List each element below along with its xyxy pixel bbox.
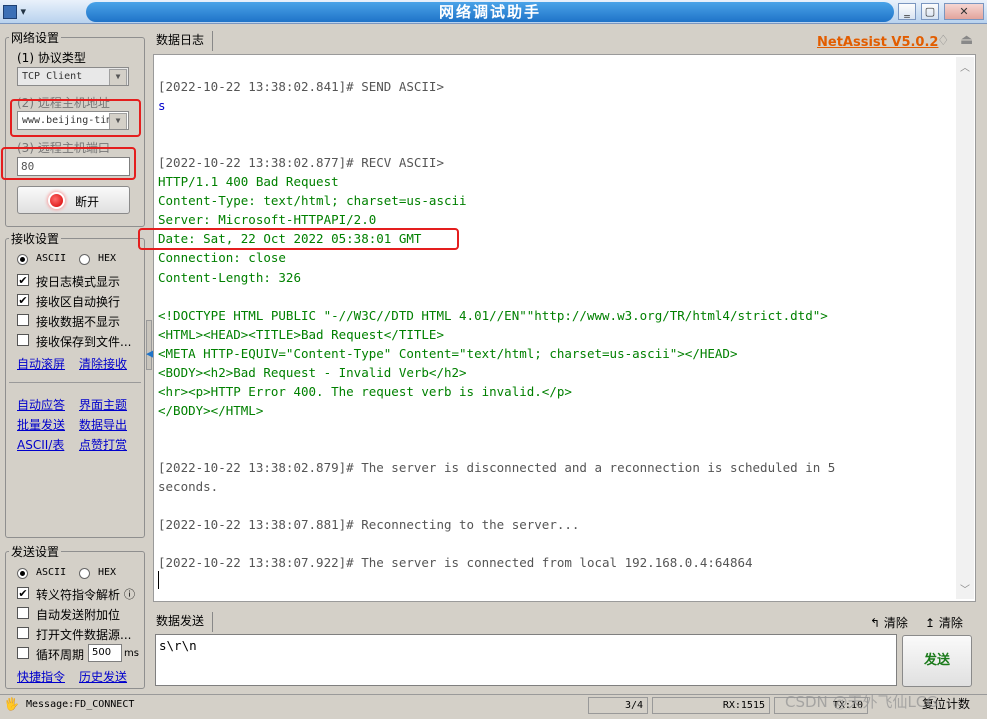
tab-data-log[interactable]: 数据日志	[156, 31, 213, 51]
recv-opt-2-checkbox[interactable]: ✔	[17, 294, 29, 306]
clear-receive-link[interactable]: 清除接收	[79, 355, 127, 372]
receive-settings-title: 接收设置	[9, 230, 62, 247]
recv-opt-1-label: 按日志模式显示	[36, 275, 121, 289]
highlight-port	[1, 147, 136, 180]
page-indicator: 3/4	[588, 697, 648, 714]
send-button[interactable]: 发送	[902, 635, 972, 687]
shortcut-link[interactable]: 快捷指令	[17, 668, 65, 685]
recv-opt-1-checkbox[interactable]: ✔	[17, 274, 29, 286]
history-link[interactable]: 历史发送	[79, 668, 127, 685]
watermark: CSDN @天外飞仙LCG	[785, 693, 938, 711]
stop-indicator-icon	[50, 194, 63, 207]
panel-splitter[interactable]: ◀	[146, 320, 154, 370]
eject-icon[interactable]: ⏏	[960, 32, 973, 48]
scroll-down-icon[interactable]: ﹀	[960, 581, 970, 596]
send-opt-2-label: 自动发送附加位	[36, 608, 121, 622]
recv-opt-3-checkbox[interactable]	[17, 314, 29, 326]
window-title: 网络调试助手	[86, 2, 894, 22]
recv-opt-3-label: 接收数据不显示	[36, 315, 121, 329]
log-line: [2022-10-22 13:38:02.879]# The server is…	[158, 460, 836, 475]
auto-scroll-link[interactable]: 自动滚屏	[17, 355, 65, 372]
send-opt-3-label: 打开文件数据源...	[36, 628, 132, 642]
disconnect-button[interactable]: 断开	[17, 186, 130, 214]
auto-reply-link[interactable]: 自动应答	[17, 396, 65, 413]
send-ascii-radio[interactable]	[17, 568, 28, 579]
brand-link[interactable]: NetAssist V5.0.2	[817, 35, 938, 50]
send-hex-radio[interactable]	[79, 568, 90, 579]
recv-opt-4-label: 接收保存到文件...	[36, 335, 132, 349]
protocol-select[interactable]: TCP Client ▼	[17, 67, 129, 86]
text-cursor	[158, 571, 159, 589]
log-line: s	[158, 98, 166, 114]
log-line: [2022-10-22 13:38:07.881]# Reconnecting …	[158, 517, 580, 533]
theme-link[interactable]: 界面主题	[79, 396, 127, 413]
protocol-label: (1) 协议类型	[17, 51, 86, 65]
period-unit: ms	[124, 648, 139, 659]
log-line: Connection: close	[158, 250, 286, 266]
app-menu-button[interactable]: ▾	[3, 3, 37, 20]
log-line: Content-Length: 326	[158, 269, 301, 285]
log-line: Server: Microsoft-HTTPAPI/2.0	[158, 212, 377, 228]
period-input[interactable]: 500	[88, 644, 122, 662]
log-line: HTTP/1.1 400 Bad Request	[158, 174, 339, 190]
export-link[interactable]: 数据导出	[79, 416, 127, 433]
send-settings-title: 发送设置	[9, 543, 62, 560]
send-input[interactable]: s\r\n	[155, 634, 897, 686]
log-line: <HTML><HEAD><TITLE>Bad Request</TITLE>	[158, 326, 444, 342]
highlight-host	[10, 99, 141, 137]
title-bar: ▾ 网络调试助手 ‗ ▢ ✕	[0, 0, 987, 24]
clear-send-button[interactable]: ↰ 清除	[870, 614, 908, 631]
log-line: [2022-10-22 13:38:07.922]# The server is…	[158, 555, 753, 571]
log-scrollbar[interactable]: ︿ ﹀	[956, 57, 974, 599]
tab-data-send[interactable]: 数据发送	[156, 612, 213, 632]
recv-opt-4-checkbox[interactable]	[17, 334, 29, 346]
send-hex-label: HEX	[98, 567, 117, 578]
recv-ascii-radio[interactable]	[17, 254, 28, 265]
chevron-down-icon: ▼	[109, 69, 127, 85]
recv-opt-2-label: 接收区自动换行	[36, 295, 121, 309]
send-opt-4-checkbox[interactable]	[17, 647, 29, 659]
send-opt-2-checkbox[interactable]	[17, 607, 29, 619]
send-ascii-label: ASCII	[36, 567, 67, 578]
scroll-up-icon[interactable]: ︿	[960, 59, 970, 74]
minimize-icon[interactable]: ‗	[898, 3, 916, 20]
log-line: [2022-10-22 13:38:02.841]# SEND ASCII>	[158, 79, 444, 94]
recv-hex-radio[interactable]	[79, 254, 90, 265]
log-line: <hr><p>HTTP Error 400. The request verb …	[158, 383, 572, 399]
close-icon[interactable]: ✕	[944, 3, 984, 20]
log-line: seconds.	[158, 479, 219, 495]
divider	[9, 382, 141, 383]
highlight-date	[138, 228, 459, 250]
undo-arrow-icon: ↰	[870, 616, 881, 630]
status-message: Message:FD_CONNECT	[26, 699, 135, 710]
info-icon[interactable]: ⓘ	[124, 586, 135, 602]
log-line: <BODY><h2>Bad Request - Invalid Verb</h2…	[158, 364, 467, 380]
recv-hex-label: HEX	[98, 253, 117, 264]
tip-link[interactable]: 点赞打赏	[79, 436, 127, 453]
send-opt-3-checkbox[interactable]	[17, 627, 29, 639]
log-line: <META HTTP-EQUIV="Content-Type" Content=…	[158, 345, 738, 361]
clear-all-button[interactable]: ↥ 清除	[925, 614, 963, 631]
send-opt-4-label: 循环周期	[36, 648, 85, 662]
app-icon	[3, 5, 17, 19]
connection-icon: 🖐	[4, 697, 19, 711]
network-settings-title: 网络设置	[9, 29, 62, 46]
diamond-icon[interactable]: ♢	[937, 33, 950, 49]
log-line: <!DOCTYPE HTML PUBLIC "-//W3C//DTD HTML …	[158, 307, 828, 323]
send-opt-1-checkbox[interactable]: ✔	[17, 587, 29, 599]
batch-send-link[interactable]: 批量发送	[17, 416, 65, 433]
rx-counter: RX:1515	[652, 697, 770, 714]
send-opt-1-label: 转义符指令解析	[36, 588, 121, 602]
ascii-table-link[interactable]: ASCII/表	[17, 436, 64, 453]
log-line: [2022-10-22 13:38:02.877]# RECV ASCII>	[158, 155, 444, 171]
log-line: Content-Type: text/html; charset=us-asci…	[158, 193, 467, 209]
recv-ascii-label: ASCII	[36, 253, 67, 264]
restore-icon[interactable]: ▢	[921, 3, 939, 20]
up-arrow-icon: ↥	[925, 616, 936, 630]
log-line: </BODY></HTML>	[158, 402, 264, 418]
